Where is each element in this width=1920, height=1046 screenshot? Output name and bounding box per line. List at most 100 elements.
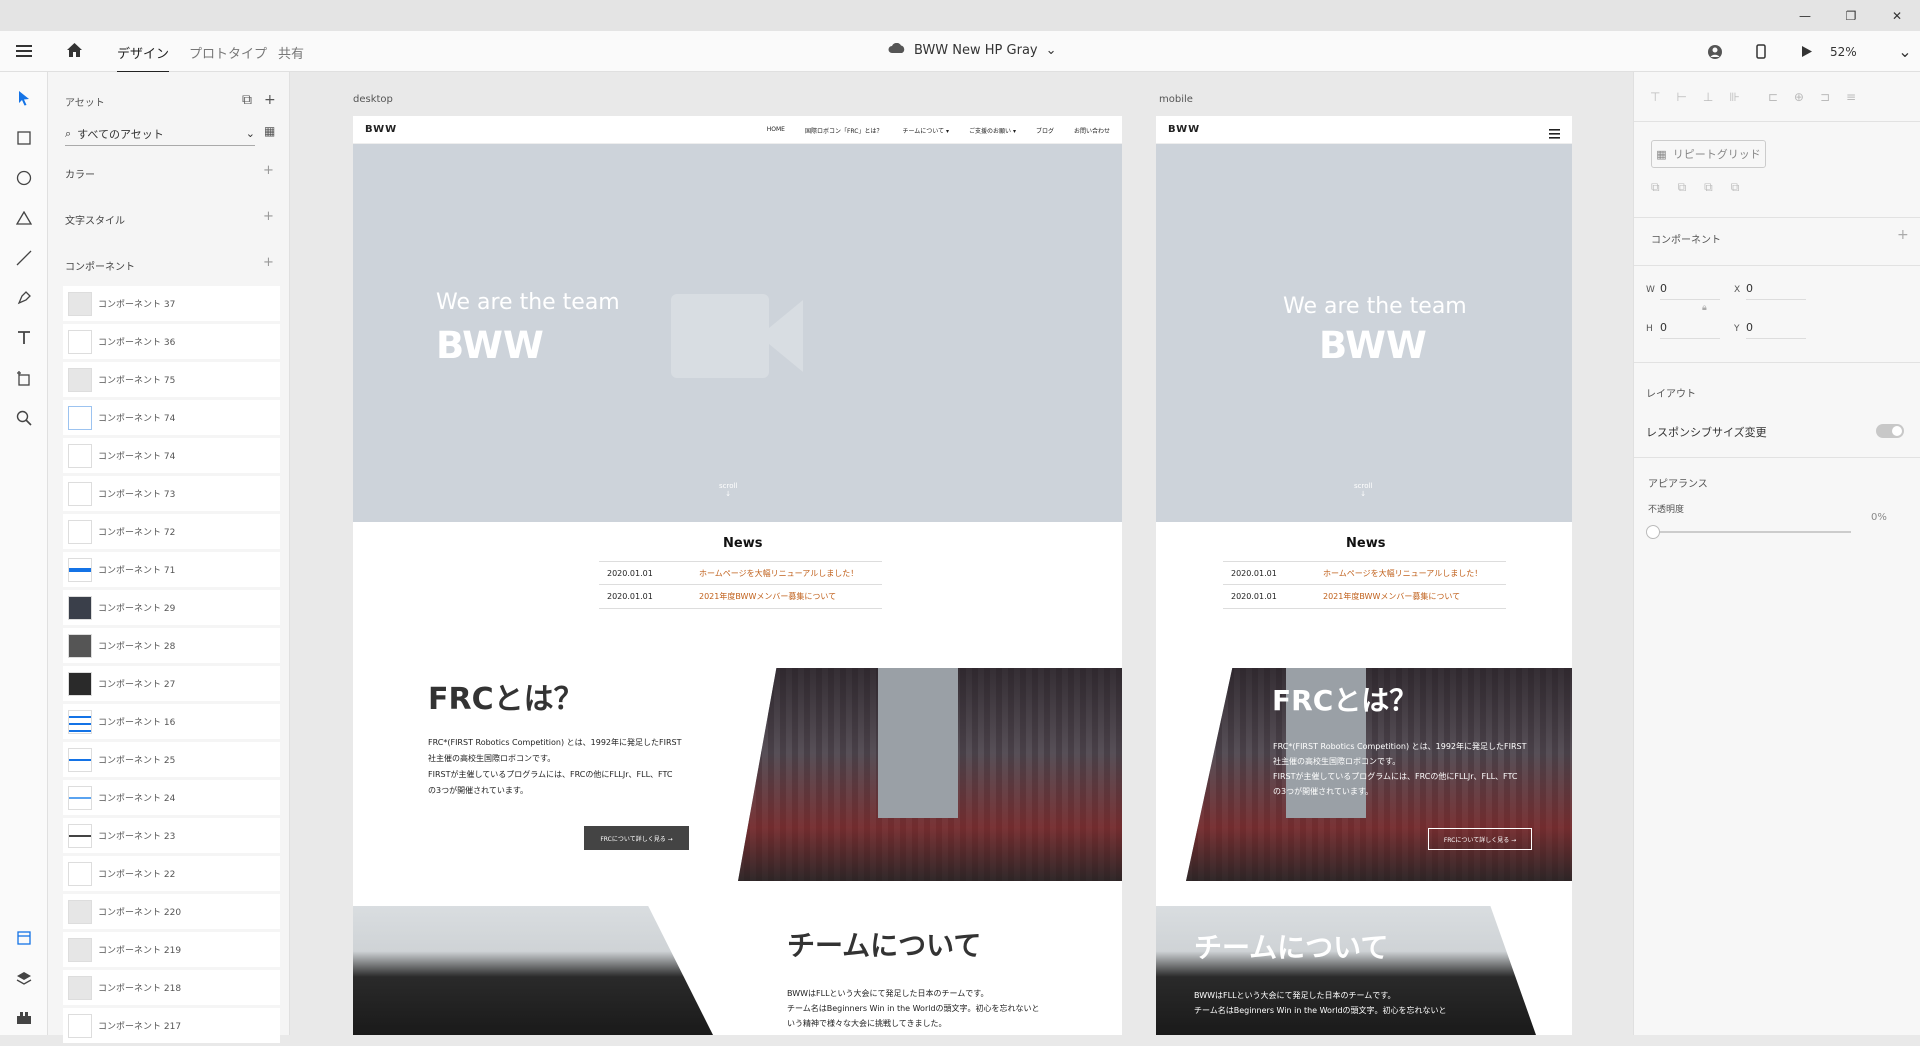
boolean-exclude-icon[interactable]: ⧉ — [1731, 180, 1740, 195]
add-text-style-icon[interactable]: + — [263, 209, 274, 224]
polygon-tool-icon[interactable] — [14, 208, 34, 228]
grid-view-icon[interactable]: ▦ — [264, 124, 275, 138]
nav-item-support[interactable]: ご支援のお願い ▾ — [969, 126, 1016, 135]
news-row[interactable]: 2020.01.01 ホームページを大幅リニューアルしました！ — [599, 561, 882, 585]
component-item[interactable]: コンポーネント 74 — [63, 438, 280, 473]
distribute-horizontal-icon[interactable]: ≡ — [1846, 90, 1856, 104]
zoom-chevron-icon[interactable]: ⌄ — [1890, 42, 1920, 61]
align-top-icon[interactable]: ⊤ — [1650, 90, 1660, 104]
component-item[interactable]: コンポーネント 217 — [63, 1008, 280, 1043]
align-left-icon[interactable]: ⊏ — [1768, 90, 1778, 104]
component-item[interactable]: コンポーネント 220 — [63, 894, 280, 929]
component-item[interactable]: コンポーネント 24 — [63, 780, 280, 815]
text-tool-icon[interactable] — [14, 328, 34, 348]
align-middle-icon[interactable]: ⊢ — [1676, 90, 1686, 104]
nav-item-contact[interactable]: お問い合わせ — [1074, 126, 1110, 135]
plugins-icon[interactable] — [14, 1008, 34, 1028]
line-tool-icon[interactable] — [14, 248, 34, 268]
site-logo[interactable]: BWW — [1168, 124, 1200, 135]
distribute-vertical-icon[interactable]: ⊪ — [1729, 90, 1739, 104]
boolean-intersect-icon[interactable]: ⧉ — [1704, 180, 1713, 195]
hamburger-menu-icon[interactable] — [1549, 124, 1560, 143]
component-item[interactable]: コンポーネント 29 — [63, 590, 280, 625]
component-item[interactable]: コンポーネント 218 — [63, 970, 280, 1005]
component-item[interactable]: コンポーネント 71 — [63, 552, 280, 587]
play-icon[interactable] — [1784, 45, 1830, 58]
site-logo[interactable]: BWW — [365, 124, 397, 135]
add-asset-icon[interactable]: + — [264, 92, 276, 108]
component-item[interactable]: コンポーネント 25 — [63, 742, 280, 777]
artboard-label-desktop[interactable]: desktop — [353, 94, 393, 105]
news-row[interactable]: 2020.01.01 ホームページを大幅リニューアルしました！ — [1223, 561, 1506, 585]
tab-design[interactable]: デザイン — [117, 43, 170, 73]
restore-button[interactable]: ❐ — [1828, 0, 1874, 31]
frc-more-button[interactable]: FRCについて詳しく見る → — [1428, 828, 1532, 850]
nav-item-blog[interactable]: ブログ — [1036, 126, 1054, 135]
news-row[interactable]: 2020.01.01 2021年度BWWメンバー募集について — [1223, 585, 1506, 609]
add-component-icon[interactable]: + — [1897, 227, 1909, 243]
tab-prototype[interactable]: プロトタイプ — [189, 43, 267, 62]
close-button[interactable]: ✕ — [1874, 0, 1920, 31]
tab-share[interactable]: 共有 — [278, 43, 304, 62]
device-preview-icon[interactable] — [1738, 44, 1784, 59]
component-item[interactable]: コンポーネント 36 — [63, 324, 280, 359]
select-tool-icon[interactable] — [14, 88, 34, 108]
assets-panel-icon[interactable] — [14, 928, 34, 948]
component-item[interactable]: コンポーネント 219 — [63, 932, 280, 967]
add-color-icon[interactable]: + — [263, 163, 274, 178]
width-field[interactable]: 0 — [1660, 280, 1720, 300]
component-item[interactable]: コンポーネント 22 — [63, 856, 280, 891]
scroll-indicator[interactable]: scroll ↓ — [719, 482, 737, 498]
opacity-slider-track[interactable] — [1651, 531, 1851, 533]
layers-icon[interactable] — [14, 968, 34, 988]
rectangle-tool-icon[interactable] — [14, 128, 34, 148]
component-item[interactable]: コンポーネント 16 — [63, 704, 280, 739]
document-title[interactable]: BWW New HP Gray ⌄ — [888, 42, 1057, 58]
artboard-label-mobile[interactable]: mobile — [1159, 94, 1193, 105]
desktop-artboard[interactable]: BWW HOME 国際ロボコン「FRC」とは？ チームについて ▾ ご支援のお願… — [353, 116, 1122, 1035]
mobile-artboard[interactable]: BWW We are the team BWW scroll ↓ News 202… — [1156, 116, 1572, 1035]
component-item[interactable]: コンポーネント 28 — [63, 628, 280, 663]
align-center-icon[interactable]: ⊕ — [1794, 90, 1804, 104]
zoom-level[interactable]: 52% — [1830, 45, 1890, 59]
component-item[interactable]: コンポーネント 37 — [63, 286, 280, 321]
opacity-slider-knob[interactable] — [1646, 525, 1660, 539]
design-canvas[interactable]: desktop mobile BWW HOME 国際ロボコン「FRC」とは？ チ… — [291, 72, 1632, 1035]
component-item[interactable]: コンポーネント 74 — [63, 400, 280, 435]
news-link[interactable]: 2021年度BWWメンバー募集について — [1323, 591, 1460, 602]
assets-filter-select[interactable]: ⌕ すべてのアセット ⌄ — [65, 122, 255, 146]
align-bottom-icon[interactable]: ⊥ — [1703, 90, 1713, 104]
opacity-value[interactable]: 0% — [1871, 512, 1887, 523]
library-icon[interactable]: ⧉ — [242, 92, 252, 108]
add-component-icon[interactable]: + — [263, 255, 274, 270]
component-item[interactable]: コンポーネント 73 — [63, 476, 280, 511]
zoom-tool-icon[interactable] — [14, 408, 34, 428]
component-item[interactable]: コンポーネント 75 — [63, 362, 280, 397]
artboard-tool-icon[interactable] — [14, 368, 34, 388]
height-field[interactable]: 0 — [1660, 319, 1720, 339]
ellipse-tool-icon[interactable] — [14, 168, 34, 188]
y-field[interactable]: 0 — [1746, 319, 1806, 339]
minimize-button[interactable]: — — [1782, 0, 1828, 31]
component-item[interactable]: コンポーネント 27 — [63, 666, 280, 701]
repeat-grid-button[interactable]: ▦ リピートグリッド — [1651, 140, 1766, 168]
account-icon[interactable] — [1692, 44, 1738, 60]
news-link[interactable]: ホームページを大幅リニューアルしました！ — [1323, 568, 1482, 579]
boolean-subtract-icon[interactable]: ⧉ — [1678, 180, 1687, 195]
news-link[interactable]: ホームページを大幅リニューアルしました！ — [699, 568, 858, 579]
news-row[interactable]: 2020.01.01 2021年度BWWメンバー募集について — [599, 585, 882, 609]
lock-aspect-icon[interactable]: 🔒︎ — [1702, 303, 1707, 313]
boolean-add-icon[interactable]: ⧉ — [1651, 180, 1660, 195]
align-right-icon[interactable]: ⊐ — [1820, 90, 1830, 104]
hamburger-menu-icon[interactable] — [16, 43, 32, 62]
home-icon[interactable] — [66, 42, 83, 62]
component-item[interactable]: コンポーネント 23 — [63, 818, 280, 853]
scroll-indicator[interactable]: scroll ↓ — [1354, 482, 1372, 498]
news-link[interactable]: 2021年度BWWメンバー募集について — [699, 591, 836, 602]
nav-item-frc[interactable]: 国際ロボコン「FRC」とは？ — [805, 126, 883, 135]
responsive-resize-toggle[interactable] — [1876, 424, 1904, 438]
frc-more-button[interactable]: FRCについて詳しく見る → — [584, 826, 689, 850]
nav-item-team[interactable]: チームについて ▾ — [902, 126, 949, 135]
component-item[interactable]: コンポーネント 72 — [63, 514, 280, 549]
pen-tool-icon[interactable] — [14, 288, 34, 308]
